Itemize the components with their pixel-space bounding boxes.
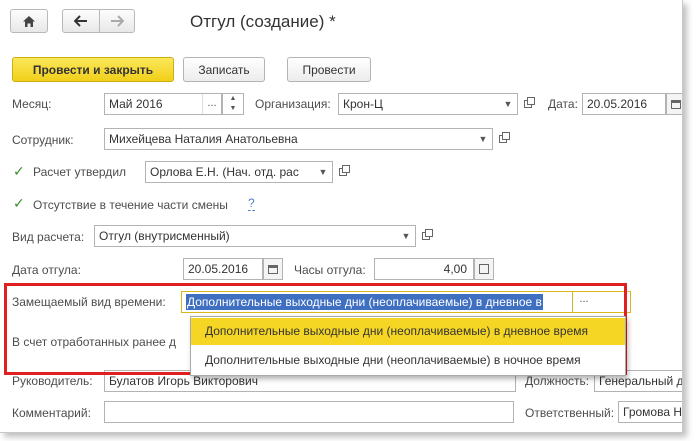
employee-value: Михейцева Наталия Анатольевна: [109, 132, 298, 146]
position-value: Генеральный д: [599, 374, 683, 388]
month-stepper[interactable]: ▲ ▼: [222, 93, 244, 115]
approved-by-field[interactable]: Орлова Е.Н. (Нач. отд. рас ▼: [145, 161, 333, 183]
dropdown-item-night[interactable]: Дополнительные выходные дни (неоплачивае…: [191, 347, 625, 374]
post-and-close-button[interactable]: Провести и закрыть: [12, 57, 174, 82]
manager-value: Булатов Игорь Викторович: [109, 374, 258, 388]
open-icon: [499, 132, 510, 143]
open-icon: [524, 97, 535, 108]
organization-label: Организация:: [255, 97, 331, 111]
forward-button[interactable]: [99, 9, 135, 33]
save-button[interactable]: Записать: [183, 57, 265, 82]
open-icon: [339, 165, 350, 176]
partial-absence-label: Отсутствие в течение части смены: [33, 198, 228, 212]
responsible-field[interactable]: Громова Н: [618, 401, 683, 423]
responsible-value: Громова Н: [623, 405, 683, 419]
back-button[interactable]: [62, 9, 100, 33]
partial-absence-checkbox[interactable]: ✓: [13, 196, 26, 210]
date-value: 20.05.2016: [587, 97, 648, 111]
post-button[interactable]: Провести: [287, 57, 371, 82]
replaced-type-dropdown: Дополнительные выходные дни (неоплачивае…: [190, 316, 626, 376]
calc-type-value: Отгул (внутрисменный): [99, 229, 230, 243]
approved-open-button[interactable]: [334, 162, 352, 182]
month-value: Май 2016: [109, 97, 163, 111]
arrow-right-icon: [111, 15, 124, 27]
date-calendar-button[interactable]: [666, 93, 682, 115]
manager-label: Руководитель:: [12, 374, 93, 388]
window-title: Отгул (создание) *: [190, 12, 336, 31]
chevron-down-icon[interactable]: ▼: [499, 94, 517, 114]
organization-open-button[interactable]: [519, 94, 537, 114]
employee-field[interactable]: Михейцева Наталия Анатольевна ▼: [104, 128, 493, 150]
employee-label: Сотрудник:: [12, 133, 74, 147]
chevron-down-icon[interactable]: ▼: [397, 226, 415, 246]
document-window: Отгул (создание) * Провести и закрыть За…: [0, 0, 683, 433]
dropdown-item-day[interactable]: Дополнительные выходные дни (неоплачивае…: [191, 318, 625, 345]
home-icon: [23, 15, 35, 27]
approved-label: Расчет утвердил: [33, 165, 127, 179]
calc-type-open-button[interactable]: [417, 226, 435, 246]
chevron-down-icon[interactable]: ▼: [474, 129, 492, 149]
help-link[interactable]: ?: [248, 196, 255, 211]
approved-checkbox[interactable]: ✓: [13, 164, 26, 178]
stepper-down-icon[interactable]: ▼: [223, 104, 243, 114]
calendar-icon: [671, 99, 681, 109]
dayoff-calendar-button[interactable]: [263, 258, 283, 280]
hours-value: 4,00: [443, 262, 467, 276]
employee-open-button[interactable]: [494, 129, 512, 149]
chevron-down-icon[interactable]: ▼: [314, 162, 332, 182]
calc-type-label: Вид расчета:: [12, 230, 85, 244]
month-field[interactable]: Май 2016 ...: [104, 93, 222, 115]
arrow-left-icon: [74, 15, 87, 27]
organization-field[interactable]: Крон-Ц ▼: [338, 93, 518, 115]
dayoff-date-field[interactable]: 20.05.2016: [183, 258, 263, 280]
responsible-label: Ответственный:: [525, 406, 615, 420]
hours-field[interactable]: 4,00: [374, 258, 474, 280]
approved-by-value: Орлова Е.Н. (Нач. отд. рас: [150, 165, 299, 179]
comment-label: Комментарий:: [12, 406, 91, 420]
month-label: Месяц:: [12, 97, 52, 111]
dayoff-date-label: Дата отгула:: [12, 263, 81, 277]
position-label: Должность:: [525, 374, 590, 388]
calc-type-field[interactable]: Отгул (внутрисменный) ▼: [94, 225, 416, 247]
month-select-button[interactable]: ...: [202, 94, 221, 114]
date-label: Дата:: [548, 97, 578, 111]
comment-field[interactable]: [104, 401, 514, 423]
open-icon: [422, 229, 433, 240]
hours-calculator-button[interactable]: [474, 258, 494, 280]
hours-label: Часы отгула:: [294, 263, 366, 277]
stepper-up-icon[interactable]: ▲: [223, 94, 243, 104]
calendar-icon: [268, 264, 278, 274]
organization-value: Крон-Ц: [343, 97, 383, 111]
home-button[interactable]: [10, 9, 48, 33]
calculator-icon: [479, 264, 489, 274]
date-field[interactable]: 20.05.2016: [582, 93, 666, 115]
dayoff-date-value: 20.05.2016: [188, 262, 249, 276]
